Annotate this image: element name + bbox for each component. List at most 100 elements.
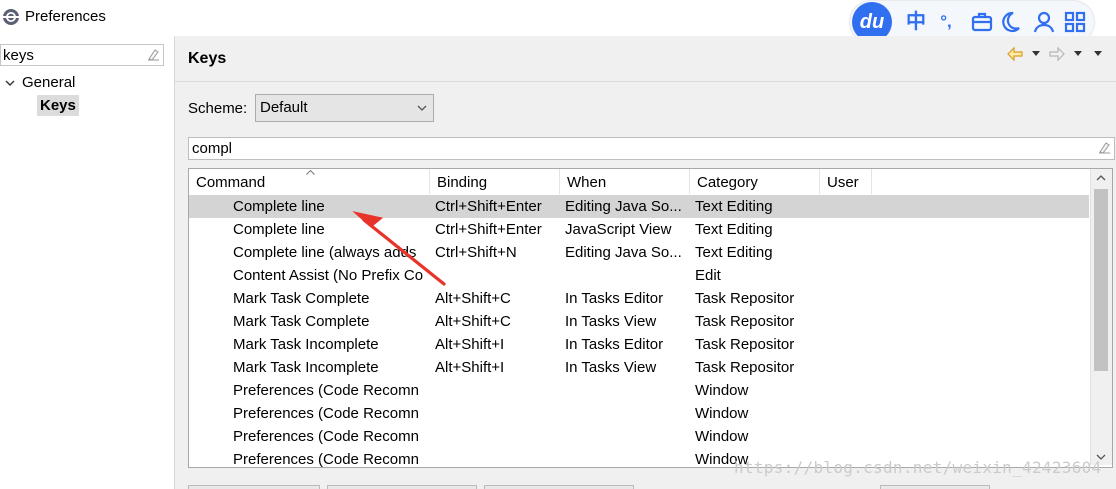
cell-command: Preferences (Code Recomn (233, 382, 419, 399)
cell-binding (435, 425, 559, 448)
user-icon[interactable] (1032, 10, 1056, 34)
table-row[interactable]: Content Assist (No Prefix Co Edit (189, 264, 1089, 287)
key-bindings-table: Command Binding When Category User Compl… (188, 168, 1113, 468)
cell-user (825, 425, 871, 448)
command-filter-input[interactable]: compl (188, 137, 1115, 160)
table-row[interactable]: Complete line Ctrl+Shift+Enter JavaScrip… (189, 218, 1089, 241)
cell-when: JavaScript View (565, 221, 672, 238)
button-stub[interactable] (484, 485, 634, 489)
cell-binding (435, 402, 559, 425)
table-row[interactable]: Mark Task Complete Alt+Shift+C In Tasks … (189, 287, 1089, 310)
sort-ascending-icon (306, 170, 315, 175)
cell-binding: Ctrl+Shift+Enter (435, 221, 542, 238)
grid-icon[interactable] (1063, 10, 1087, 34)
cell-binding (435, 264, 559, 287)
cell-when: Editing Java So... (565, 198, 682, 215)
vertical-scrollbar[interactable] (1090, 169, 1112, 465)
ime-punctuation-mode[interactable]: °, (934, 10, 958, 34)
column-header-label: Binding (437, 174, 488, 191)
cell-when: In Tasks View (565, 359, 657, 376)
cell-user (825, 310, 871, 333)
table-row[interactable]: Complete line Ctrl+Shift+Enter Editing J… (189, 195, 1089, 218)
clear-filter-icon[interactable] (1098, 141, 1111, 154)
cell-user (825, 218, 871, 241)
cell-when (565, 264, 689, 287)
tree-item-general[interactable]: General (22, 74, 75, 92)
page-title: Keys (188, 50, 227, 67)
cell-user (825, 264, 871, 287)
cell-user (825, 333, 871, 356)
cell-category: Text Editing (695, 198, 773, 215)
cell-command: Mark Task Incomplete (233, 359, 379, 376)
column-header-user[interactable]: User (820, 169, 872, 194)
cell-user (825, 356, 871, 379)
cell-when (565, 448, 689, 467)
button-stub[interactable] (880, 485, 990, 489)
annotation-arrow (352, 211, 446, 286)
night-mode-icon[interactable] (998, 10, 1022, 34)
cell-binding: Alt+Shift+I (435, 359, 505, 376)
cell-binding: Alt+Shift+I (435, 336, 505, 353)
table-header: Command Binding When Category User (189, 169, 1111, 194)
table-row[interactable]: Complete line (always adds Ctrl+Shift+N … (189, 241, 1089, 264)
forward-arrow-icon[interactable] (1048, 46, 1066, 62)
scheme-label: Scheme: (188, 100, 248, 117)
scheme-select[interactable]: Default (255, 94, 434, 122)
cell-command: Preferences (Code Recomn (233, 405, 419, 422)
tree-item-keys[interactable]: Keys (37, 95, 79, 116)
column-header-label: Category (697, 174, 758, 191)
table-row[interactable]: Mark Task Complete Alt+Shift+C In Tasks … (189, 310, 1089, 333)
cell-command: Preferences (Code Recomn (233, 428, 419, 445)
cell-command: Preferences (Code Recomn (233, 451, 419, 468)
column-header-label: User (827, 174, 859, 191)
column-header-when[interactable]: When (560, 169, 690, 194)
cell-command: Mark Task Complete (233, 313, 370, 330)
tree-filter-value: keys (3, 47, 34, 64)
clear-filter-icon[interactable] (147, 48, 160, 61)
cell-category: Task Repositor (695, 290, 795, 307)
cell-binding: Alt+Shift+C (435, 313, 511, 330)
cell-category: Window (695, 428, 749, 445)
toolbox-icon[interactable] (970, 10, 994, 34)
cell-when: Editing Java So... (565, 244, 682, 261)
cell-user (825, 287, 871, 310)
table-row[interactable]: Mark Task Incomplete Alt+Shift+I In Task… (189, 356, 1089, 379)
preference-tree-panel (0, 36, 175, 489)
scrollbar-thumb[interactable] (1094, 189, 1108, 371)
cell-binding: Ctrl+Shift+N (435, 244, 517, 261)
table-row[interactable]: Mark Task Incomplete Alt+Shift+I In Task… (189, 333, 1089, 356)
cell-category: Edit (695, 267, 721, 284)
cell-when: In Tasks Editor (565, 336, 664, 353)
column-header-label: Command (196, 174, 266, 191)
eclipse-icon (3, 9, 19, 25)
button-stub[interactable] (327, 485, 477, 489)
cell-binding (435, 448, 559, 467)
ime-chinese-mode[interactable]: 中 (904, 10, 928, 34)
table-row[interactable]: Preferences (Code Recomn Window (189, 402, 1089, 425)
view-menu-dropdown[interactable] (1094, 51, 1102, 56)
cell-command: Mark Task Complete (233, 290, 370, 307)
table-row[interactable]: Preferences (Code Recomn Window (189, 425, 1089, 448)
cell-category: Task Repositor (695, 336, 795, 353)
forward-menu-dropdown[interactable] (1074, 51, 1082, 56)
cell-when (565, 425, 689, 448)
column-header-category[interactable]: Category (690, 169, 820, 194)
cell-when (565, 402, 689, 425)
back-arrow-icon[interactable] (1006, 46, 1024, 62)
back-menu-dropdown[interactable] (1032, 51, 1040, 56)
column-header-binding[interactable]: Binding (430, 169, 560, 194)
watermark-text: https://blog.csdn.net/weixin_42423604 (734, 458, 1102, 477)
scroll-up-icon[interactable] (1096, 174, 1106, 181)
table-row[interactable]: Preferences (Code Recomn Window (189, 379, 1089, 402)
button-stub[interactable] (188, 485, 320, 489)
window-title: Preferences (25, 8, 106, 25)
cell-binding (435, 379, 559, 402)
cell-user (825, 195, 871, 218)
cell-category: Window (695, 405, 749, 422)
chevron-down-icon[interactable] (5, 78, 15, 88)
column-header-label: When (567, 174, 607, 191)
column-header-command[interactable]: Command (189, 169, 430, 194)
cell-user (825, 402, 871, 425)
tree-filter-input[interactable]: keys (0, 44, 164, 66)
cell-category: Task Repositor (695, 313, 795, 330)
